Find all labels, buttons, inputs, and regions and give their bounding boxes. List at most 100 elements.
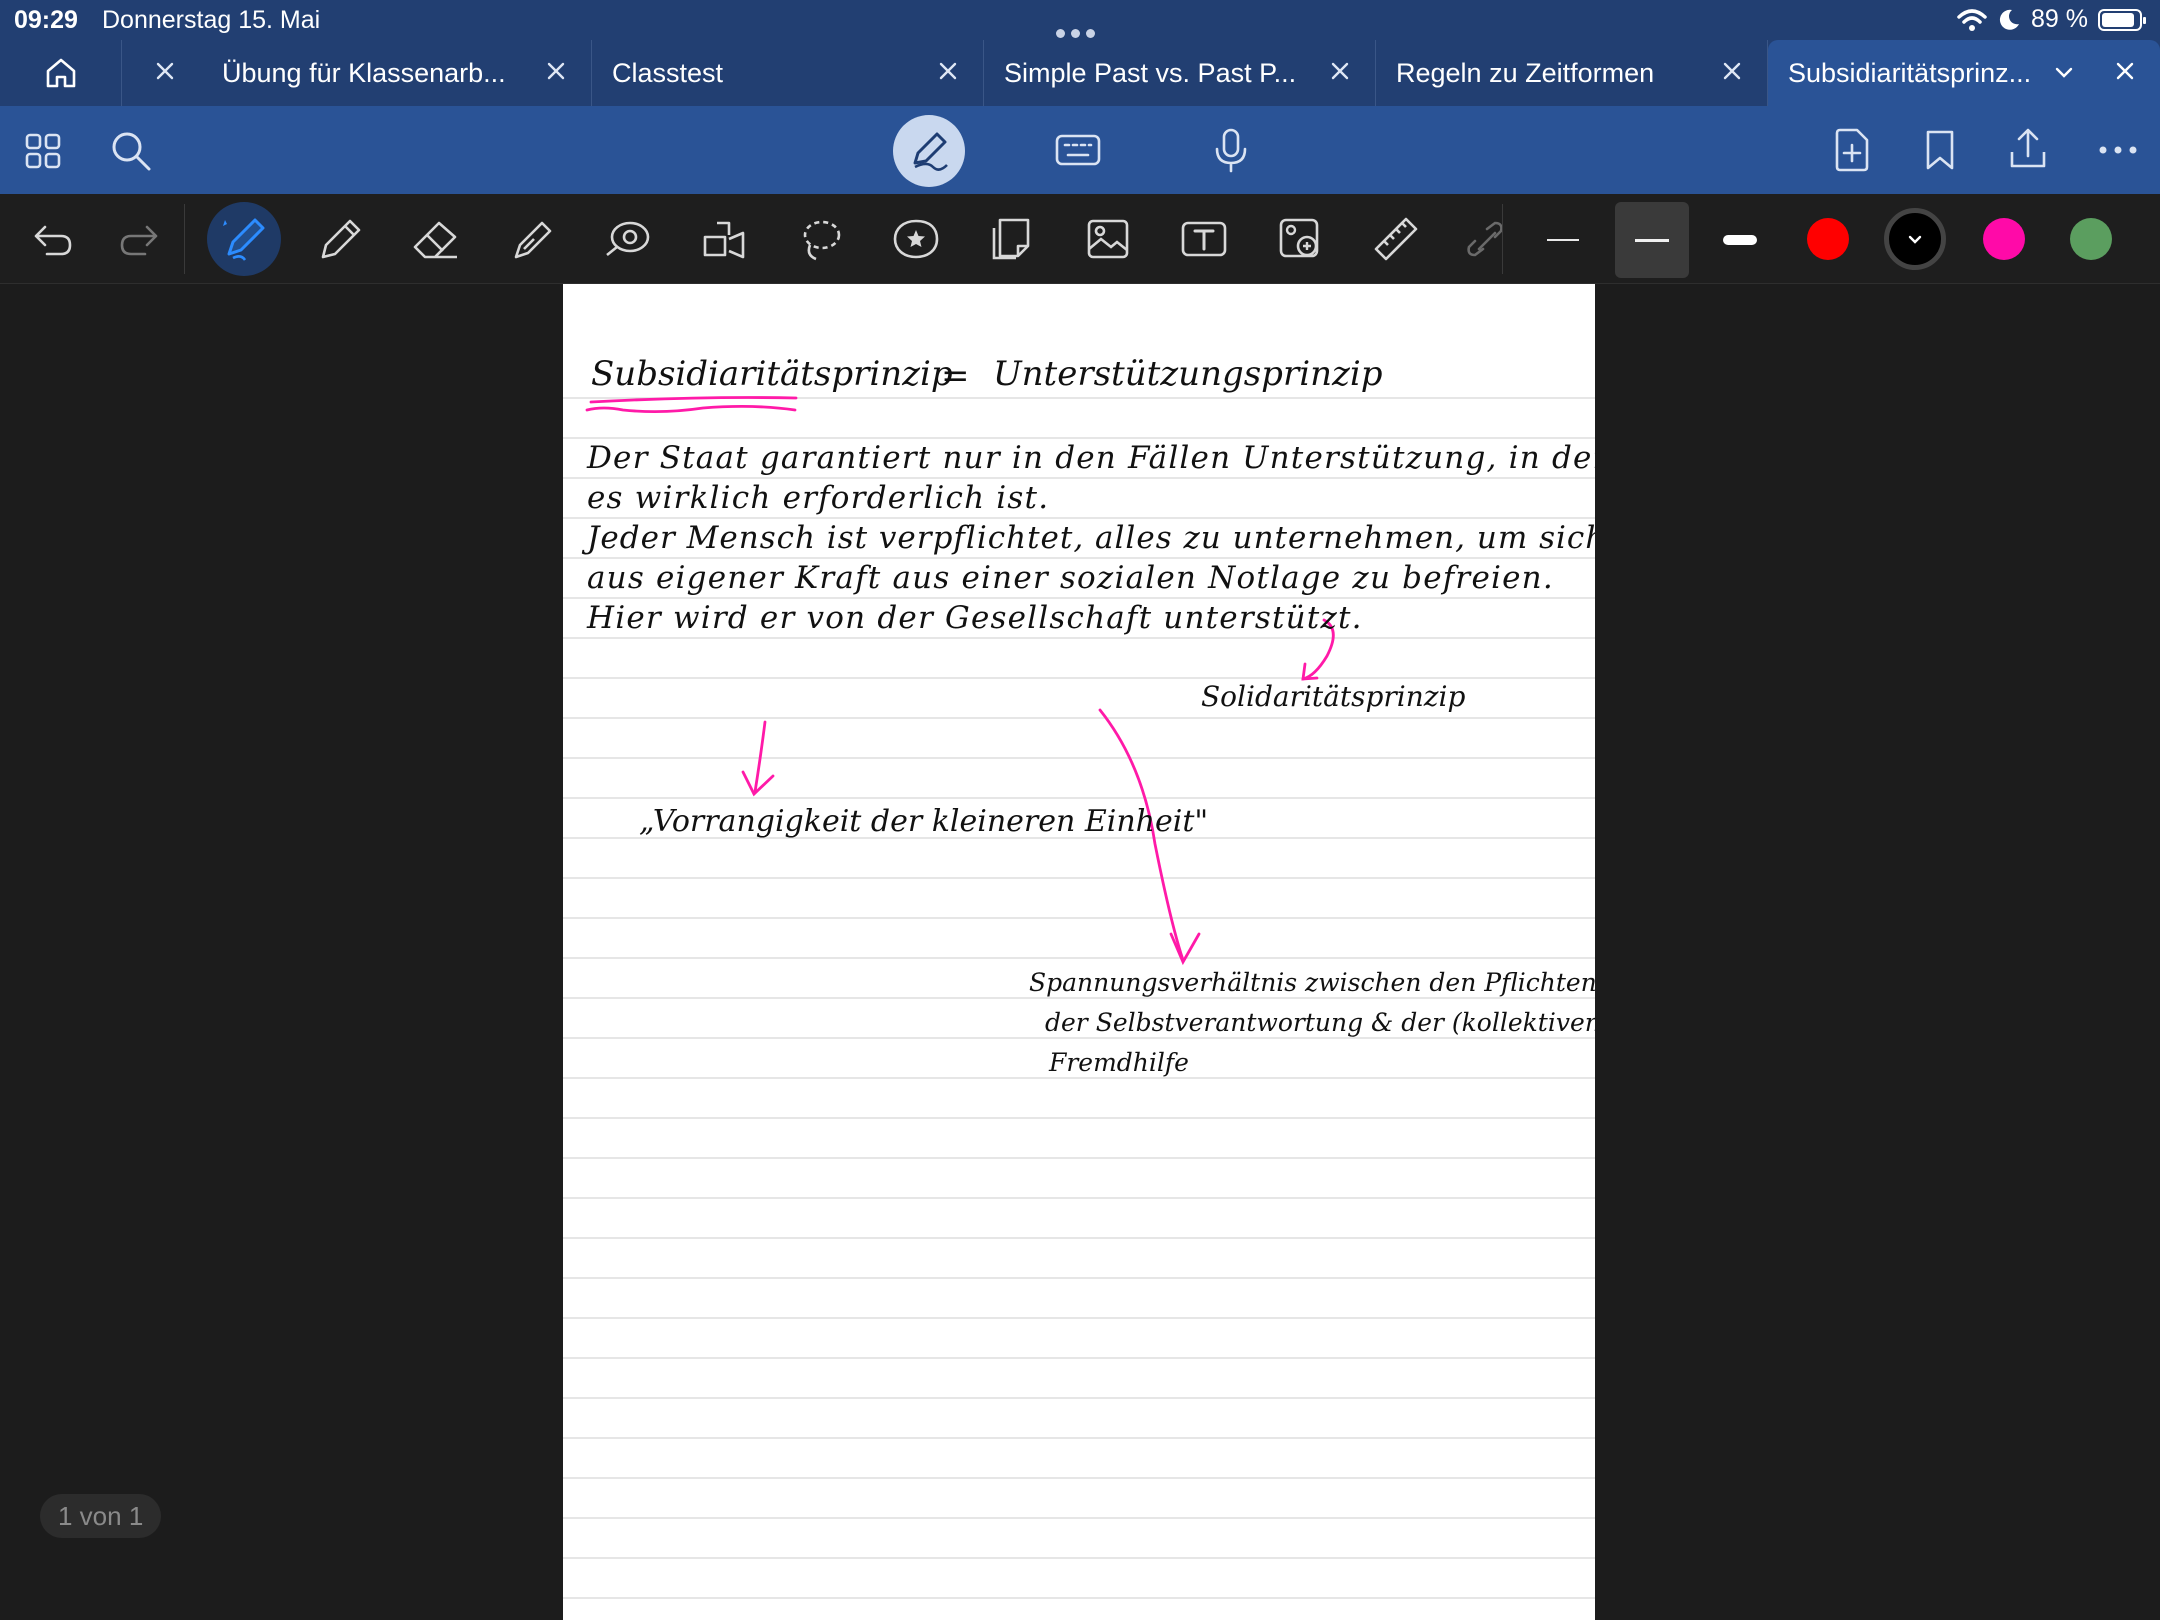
grid-button[interactable] <box>22 130 64 172</box>
home-icon <box>46 58 75 88</box>
status-time: 09:29 <box>14 6 78 34</box>
moon-icon <box>1999 9 2020 30</box>
notebook-page[interactable]: Subsidiaritätsprinzip = Unterstützungspr… <box>563 284 1595 1620</box>
stroke-width-medium[interactable] <box>1615 202 1689 278</box>
close-icon[interactable] <box>543 58 569 84</box>
ruler-tool[interactable] <box>1363 206 1429 272</box>
share-icon <box>2010 128 2046 168</box>
highlighter-icon <box>514 221 552 259</box>
wifi-icon <box>1957 8 1987 31</box>
stroke-width-thin[interactable] <box>1526 202 1600 278</box>
arrow-note: Solidaritätsprinzip <box>1201 680 1466 713</box>
text-tool[interactable] <box>1171 206 1237 272</box>
tool-bar <box>0 194 2160 284</box>
bookmark-icon <box>1926 130 1954 170</box>
status-bar: 09:29 Donnerstag 15. Mai 89 % <box>0 0 2160 40</box>
tab-simple-past[interactable]: Simple Past vs. Past P... <box>984 40 1376 106</box>
thin-line-icon <box>1547 239 1579 241</box>
paragraph-line: Jeder Mensch ist verpflichtet, alles zu … <box>587 520 1595 556</box>
close-icon[interactable] <box>1327 58 1353 84</box>
close-icon[interactable] <box>935 58 961 84</box>
shape-icon <box>606 221 650 257</box>
lasso-tool[interactable] <box>787 206 853 272</box>
share-button[interactable] <box>2006 124 2050 174</box>
image-tool[interactable] <box>1075 206 1141 272</box>
paragraph-line: aus eigener Kraft aus einer sozialen Not… <box>587 560 1554 596</box>
text-icon <box>1181 221 1227 257</box>
link-icon <box>1467 221 1503 257</box>
new-page-button[interactable] <box>1830 126 1874 174</box>
tab-uebung-klassenarbeit[interactable]: Übung für Klassenarb... <box>202 40 592 106</box>
undo-icon <box>34 225 72 256</box>
tension-line: Spannungsverhältnis zwischen den Pflicht… <box>1029 968 1595 997</box>
search-icon <box>112 132 151 171</box>
redo-icon <box>120 225 158 256</box>
close-icon[interactable] <box>2112 58 2138 84</box>
color-magenta[interactable] <box>1983 218 2025 260</box>
sticker-tool[interactable] <box>883 206 949 272</box>
bookmark-button[interactable] <box>1920 126 1960 174</box>
status-right: 89 % <box>1957 5 2146 34</box>
undo-button[interactable] <box>20 206 86 272</box>
microphone-button[interactable] <box>1210 126 1252 174</box>
shape-tool[interactable] <box>595 206 661 272</box>
stroke-width-thick[interactable] <box>1703 202 1777 278</box>
element-icon <box>703 221 745 259</box>
main-toolbar <box>0 106 2160 194</box>
multitasking-dots[interactable] <box>1056 16 1104 38</box>
pencil-tool[interactable] <box>308 206 374 272</box>
tab-label: Übung für Klassenarb... <box>222 58 506 88</box>
tab-classtest[interactable]: Classtest <box>592 40 984 106</box>
camera-icon <box>1279 218 1319 258</box>
paragraph-line: Der Staat garantiert nur in den Fällen U… <box>587 440 1595 476</box>
lasso-icon <box>803 220 841 261</box>
notes-app: { "status_bar": { "time": "09:29", "date… <box>0 0 2160 1620</box>
note-tool[interactable] <box>979 206 1045 272</box>
battery-icon <box>2098 8 2146 31</box>
more-icon <box>2099 146 2137 154</box>
grid-icon <box>25 133 61 169</box>
pen-mode-icon <box>913 132 948 171</box>
color-black-selected[interactable] <box>1884 208 1946 270</box>
pencil-icon <box>321 219 361 259</box>
keyboard-icon <box>1055 134 1101 166</box>
tab-label: Regeln zu Zeitformen <box>1396 58 1655 88</box>
eraser-icon <box>413 221 457 259</box>
sticker-icon <box>893 219 939 259</box>
battery-fill <box>2102 12 2135 27</box>
thick-line-icon <box>1723 235 1757 245</box>
more-button[interactable] <box>2096 138 2140 162</box>
medium-line-icon <box>1635 238 1669 242</box>
ruler-icon <box>1374 217 1418 261</box>
camera-tool[interactable] <box>1267 206 1333 272</box>
tab-subsidiaritaet[interactable]: Subsidiaritätsprinz... <box>1768 40 2160 106</box>
search-button[interactable] <box>108 128 154 174</box>
home-button[interactable] <box>0 40 122 106</box>
paragraph-line: Hier wird er von der Gesellschaft unters… <box>587 600 1363 636</box>
keyboard-button[interactable] <box>1054 130 1102 170</box>
fountain-pen-tool[interactable] <box>207 202 281 276</box>
note-title: Subsidiaritätsprinzip <box>591 354 953 394</box>
status-date: Donnerstag 15. Mai <box>102 6 321 34</box>
color-red[interactable] <box>1807 218 1849 260</box>
eraser-tool[interactable] <box>403 206 469 272</box>
page-counter: 1 von 1 <box>40 1494 162 1538</box>
paragraph-line: es wirklich erforderlich ist. <box>587 480 1050 516</box>
separator <box>184 204 185 274</box>
element-tool[interactable] <box>691 206 757 272</box>
pen-mode-button[interactable] <box>893 115 965 187</box>
close-icon[interactable] <box>152 58 178 84</box>
tab-regeln-zeitformen[interactable]: Regeln zu Zeitformen <box>1376 40 1768 106</box>
chevron-down-icon[interactable] <box>2052 60 2076 84</box>
redo-button[interactable] <box>106 206 172 272</box>
fountain-pen-icon <box>223 218 265 261</box>
link-tool[interactable] <box>1452 206 1518 272</box>
highlighter-tool[interactable] <box>499 206 565 272</box>
note-title-equals: = <box>941 356 970 396</box>
tab-label: Subsidiaritätsprinz... <box>1788 58 2032 88</box>
close-icon[interactable] <box>1719 58 1745 84</box>
color-green[interactable] <box>2070 218 2112 260</box>
note-title-definition: Unterstützungsprinzip <box>993 354 1383 394</box>
new-page-icon <box>1835 128 1869 172</box>
battery-percent: 89 % <box>2031 5 2088 33</box>
